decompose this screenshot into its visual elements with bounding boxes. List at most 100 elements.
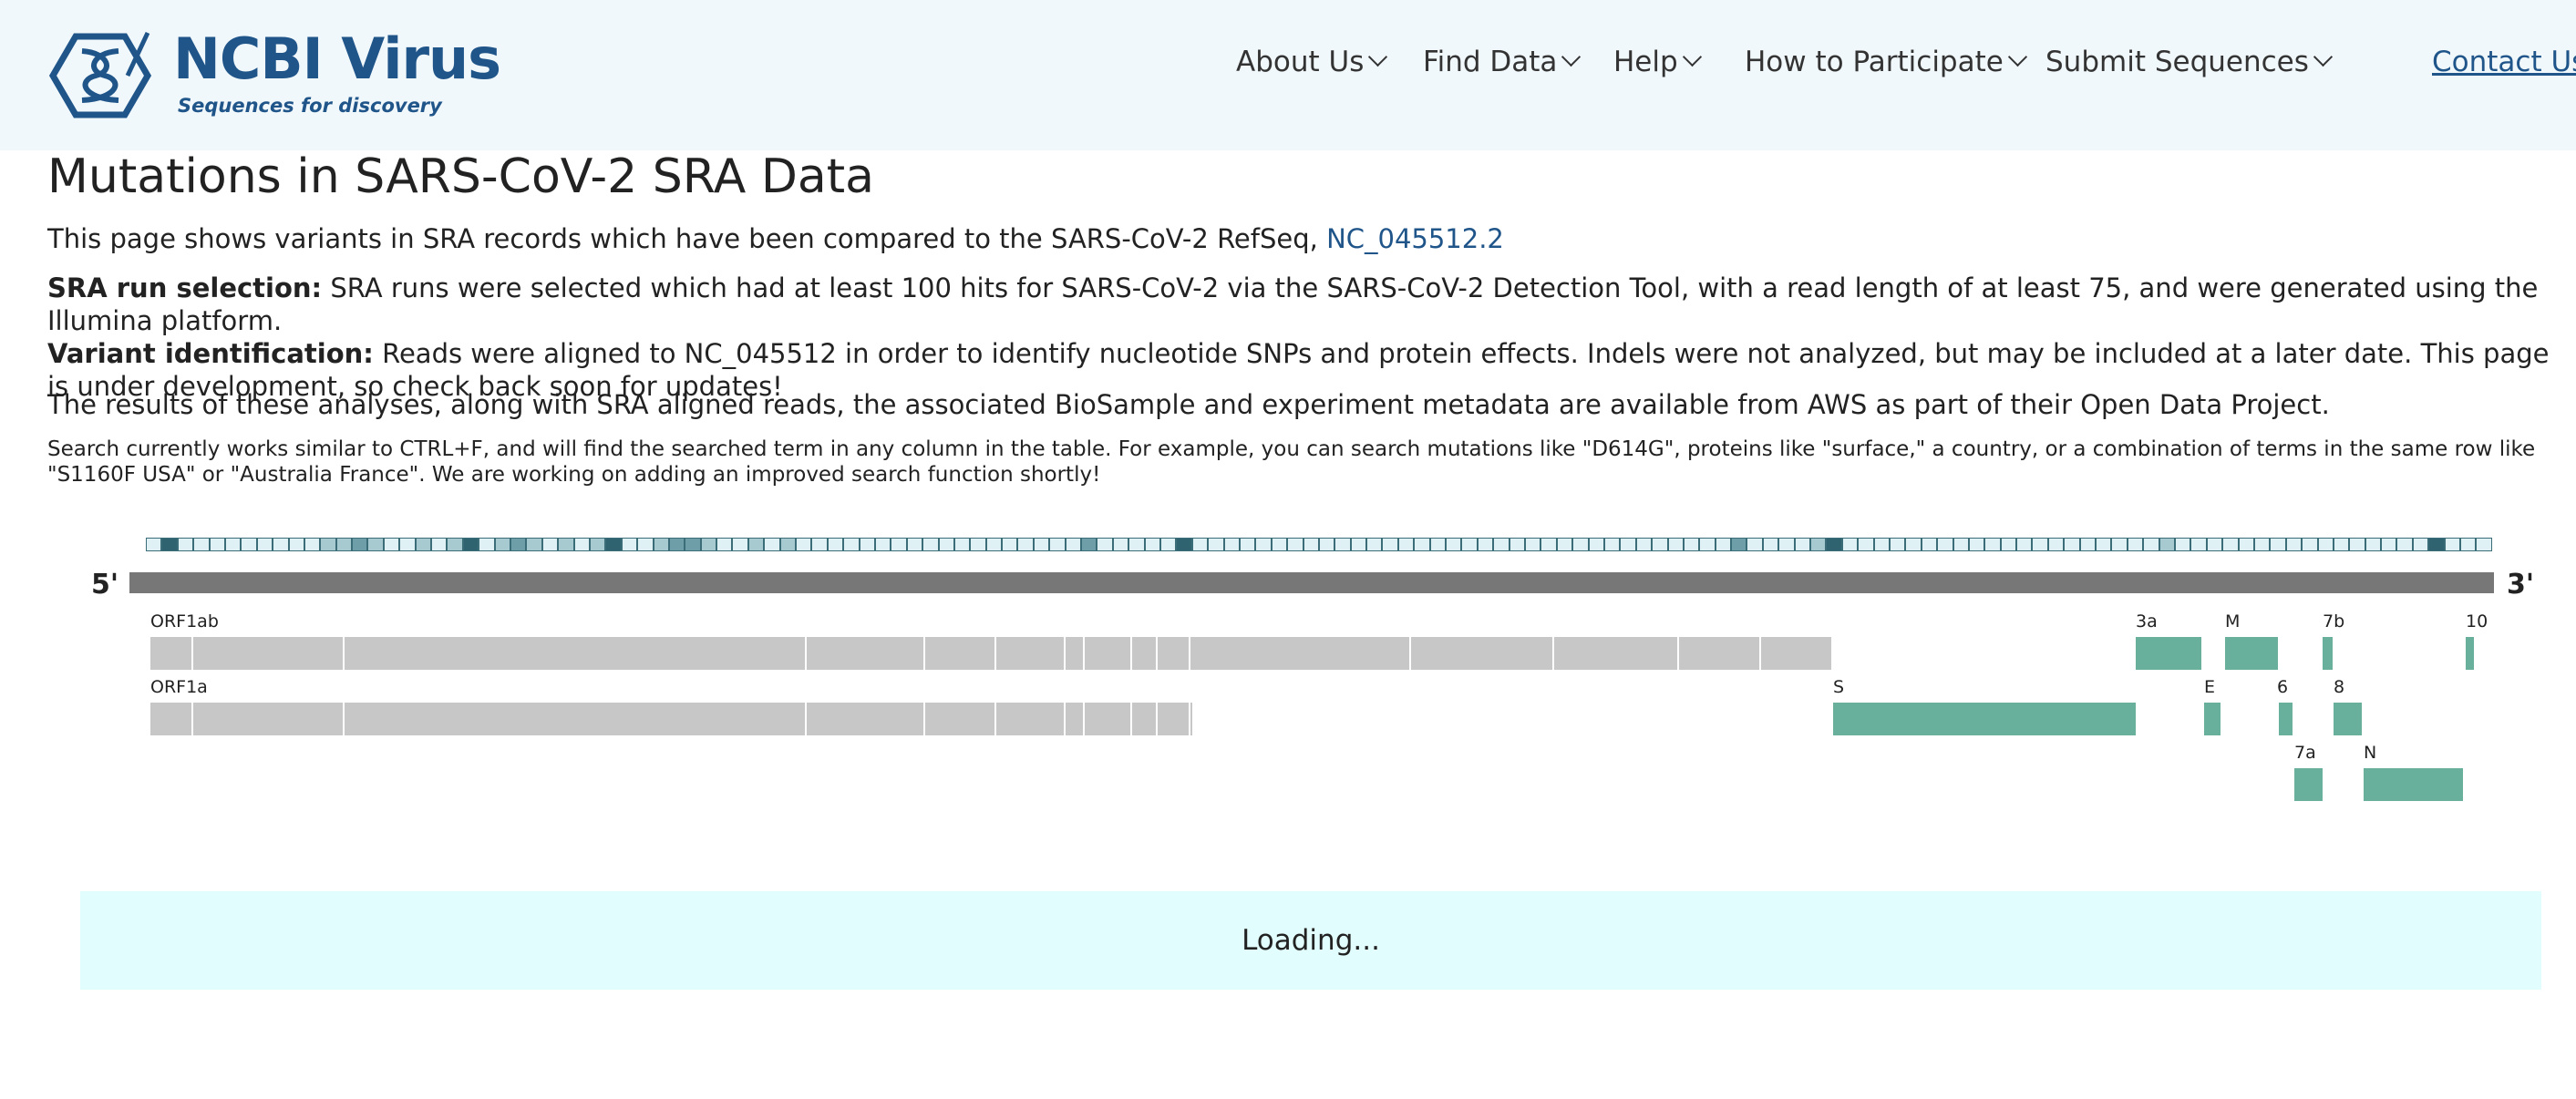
mutation-density-cell[interactable] (2444, 538, 2461, 551)
mutation-density-cell[interactable] (1176, 538, 1192, 551)
mutation-density-cell[interactable] (1128, 538, 1145, 551)
mutation-density-cell[interactable] (827, 538, 844, 551)
mutation-density-cell[interactable] (2047, 538, 2065, 551)
mutation-density-cell[interactable] (2238, 538, 2254, 551)
mutation-density-cell[interactable] (193, 538, 210, 551)
orf1a-segment[interactable] (925, 703, 996, 735)
mutation-density-cell[interactable] (2302, 538, 2318, 551)
mutation-density-cell[interactable] (1873, 538, 1890, 551)
mutation-density-cell[interactable] (2396, 538, 2413, 551)
mutation-density-cell[interactable] (2016, 538, 2033, 551)
mutation-density-cell[interactable] (668, 538, 685, 551)
mutation-density-cell[interactable] (1065, 538, 1082, 551)
mutation-density-cell[interactable] (1667, 538, 1684, 551)
nav-find-data[interactable]: Find Data (1423, 42, 1582, 82)
mutation-density-cell[interactable] (526, 538, 542, 551)
refseq-link[interactable]: NC_045512.2 (1326, 223, 1504, 254)
mutation-density-cell[interactable] (2159, 538, 2175, 551)
mutation-density-cell[interactable] (2000, 538, 2017, 551)
mutation-density-cell[interactable] (796, 538, 812, 551)
mutation-density-cell[interactable] (779, 538, 797, 551)
mutation-density-cell[interactable] (1509, 538, 1525, 551)
mutation-density-cell[interactable] (1984, 538, 2001, 551)
mutation-density-cell[interactable] (1318, 538, 1335, 551)
mutation-density-cell[interactable] (2096, 538, 2112, 551)
mutation-density-cell[interactable] (1747, 538, 1763, 551)
mutation-density-cell[interactable] (1097, 538, 1113, 551)
mutation-density-cell[interactable] (1303, 538, 1319, 551)
ncbi-virus-logo[interactable]: NCBI Virus Sequences for discovery (46, 26, 501, 126)
orf1a-segment[interactable] (150, 703, 193, 735)
mutation-density-cell[interactable] (1493, 538, 1510, 551)
orf1ab-segment[interactable] (996, 637, 1066, 670)
mutation-density-cell[interactable] (1081, 538, 1097, 551)
mutation-density-cell[interactable] (146, 538, 162, 551)
orf1ab-segment[interactable] (1158, 637, 1190, 670)
mutation-density-cell[interactable] (273, 538, 289, 551)
orf1ab-segment[interactable] (1761, 637, 1833, 670)
mutation-density-cell[interactable] (589, 538, 606, 551)
mutation-density-cell[interactable] (1794, 538, 1811, 551)
orf1a-segment[interactable] (345, 703, 807, 735)
mutation-density-cell[interactable] (1921, 538, 1938, 551)
mutation-density-cell[interactable] (1810, 538, 1827, 551)
mutation-density-cell[interactable] (2317, 538, 2334, 551)
mutation-density-cell[interactable] (367, 538, 384, 551)
mutation-density-cell[interactable] (2064, 538, 2080, 551)
mutation-density-cell[interactable] (1731, 538, 1747, 551)
mutation-density-cell[interactable] (241, 538, 257, 551)
mutation-density-cell[interactable] (224, 538, 242, 551)
mutation-density-cell[interactable] (288, 538, 304, 551)
mutation-density-cell[interactable] (1858, 538, 1874, 551)
mutation-density-cell[interactable] (2206, 538, 2223, 551)
mutation-density-cell[interactable] (747, 538, 765, 551)
nav-help[interactable]: Help (1613, 42, 1702, 82)
orf1a-segment[interactable] (193, 703, 345, 735)
mutation-density-cell[interactable] (891, 538, 907, 551)
orf1ab-segment[interactable] (1066, 637, 1085, 670)
mutation-density-cell[interactable] (1778, 538, 1795, 551)
mutation-density-cell[interactable] (1239, 538, 1256, 551)
mutation-density-cell[interactable] (2127, 538, 2144, 551)
mutation-density-cell[interactable] (2222, 538, 2239, 551)
orf1ab-segment[interactable] (1085, 637, 1132, 670)
mutation-density-cell[interactable] (653, 538, 669, 551)
gene-6[interactable] (2279, 703, 2293, 735)
nav-submit-sequences[interactable]: Submit Sequences (2045, 42, 2333, 82)
mutation-density-cell[interactable] (1556, 538, 1573, 551)
mutation-density-cell[interactable] (2175, 538, 2191, 551)
mutation-density-cell[interactable] (2460, 538, 2477, 551)
mutation-density-cell[interactable] (1002, 538, 1018, 551)
mutation-density-cell[interactable] (732, 538, 748, 551)
mutation-density-cell[interactable] (2111, 538, 2128, 551)
mutation-density-cell[interactable] (906, 538, 923, 551)
mutation-density-cell[interactable] (161, 538, 178, 551)
orf1ab-segment[interactable] (1190, 637, 1411, 670)
mutation-density-cell[interactable] (1572, 538, 1589, 551)
orf1ab-segment[interactable] (150, 637, 193, 670)
mutation-density-cell[interactable] (700, 538, 717, 551)
mutation-density-cell[interactable] (1255, 538, 1272, 551)
mutation-density-cell[interactable] (1905, 538, 1922, 551)
mutation-density-cell[interactable] (1144, 538, 1160, 551)
mutation-density-cell[interactable] (1477, 538, 1494, 551)
mutation-density-cell[interactable] (1762, 538, 1779, 551)
mutation-density-cell[interactable] (1889, 538, 1906, 551)
orf1ab-segment[interactable] (193, 637, 345, 670)
gene-8[interactable] (2334, 703, 2362, 735)
orf1ab-segment[interactable] (1132, 637, 1158, 670)
mutation-density-cell[interactable] (985, 538, 1003, 551)
mutation-density-cell[interactable] (1446, 538, 1462, 551)
mutation-density-cell[interactable] (1715, 538, 1732, 551)
mutation-density-cell[interactable] (1112, 538, 1129, 551)
mutation-density-cell[interactable] (1160, 538, 1177, 551)
mutation-density-cell[interactable] (2381, 538, 2397, 551)
mutation-density-cell[interactable] (1588, 538, 1604, 551)
mutation-density-cell[interactable] (335, 538, 353, 551)
mutation-density-cell[interactable] (2190, 538, 2207, 551)
mutation-density-cell[interactable] (2270, 538, 2286, 551)
mutation-density-cell[interactable] (621, 538, 638, 551)
orf1a-segment[interactable] (996, 703, 1066, 735)
mutation-density-cell[interactable] (1382, 538, 1398, 551)
orf1ab-segment[interactable] (807, 637, 925, 670)
